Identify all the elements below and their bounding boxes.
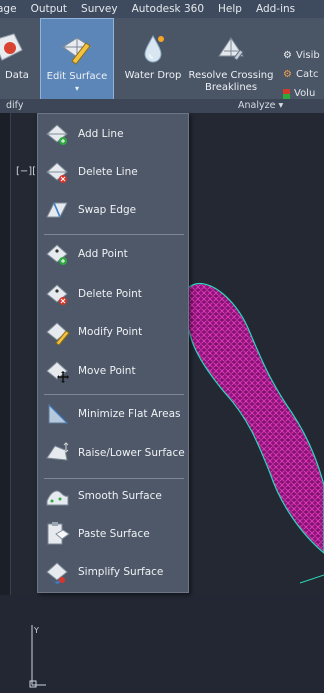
menu-item-add-point[interactable]: Add Point bbox=[38, 236, 188, 272]
menu-item-paste-surface[interactable]: Paste Surface bbox=[38, 516, 188, 552]
menu-item-survey[interactable]: Survey bbox=[74, 3, 125, 15]
volumes-label: Volu bbox=[294, 88, 316, 99]
visibility-check-button[interactable]: ⚙ Visib bbox=[283, 50, 320, 61]
ucs-icon: Y bbox=[29, 625, 46, 688]
swap-edge-icon bbox=[46, 202, 68, 218]
resolve-crossing-breaklines-button[interactable]: Resolve Crossing Breaklines bbox=[186, 18, 276, 106]
svg-text:Y: Y bbox=[33, 626, 39, 635]
menu-label: Raise/Lower Surface bbox=[78, 447, 185, 459]
ribbon: Data Edit Surface ▾ Water Drop Resolve C… bbox=[0, 18, 324, 114]
menu-item-delete-line[interactable]: Delete Line bbox=[38, 154, 188, 190]
modify-point-icon bbox=[46, 322, 70, 345]
menu-item-addins[interactable]: Add-ins bbox=[249, 3, 302, 15]
visibility-icon: ⚙ bbox=[283, 50, 292, 61]
paste-surface-icon bbox=[47, 522, 70, 545]
smooth-surface-icon bbox=[46, 490, 69, 506]
menu-label: Move Point bbox=[78, 365, 136, 377]
menu-item-help[interactable]: Help bbox=[211, 3, 249, 15]
add-point-icon bbox=[46, 244, 68, 265]
resolve-crossing-icon bbox=[218, 37, 244, 61]
menu-item-autodesk360[interactable]: Autodesk 360 bbox=[125, 3, 211, 15]
menu-label: Add Line bbox=[78, 128, 124, 140]
volumes-icon bbox=[283, 88, 290, 99]
delete-line-icon bbox=[46, 162, 68, 183]
menu-item-age[interactable]: age bbox=[0, 3, 24, 15]
data-icon bbox=[0, 33, 23, 61]
edit-surface-icon bbox=[62, 37, 92, 65]
raise-lower-surface-icon bbox=[46, 442, 69, 461]
menu-item-swap-edge[interactable]: Swap Edge bbox=[38, 192, 188, 228]
resolve-line2: Breaklines bbox=[204, 82, 258, 93]
menu-label: Paste Surface bbox=[78, 528, 150, 540]
water-drop-label: Water Drop bbox=[124, 70, 182, 81]
menu-separator bbox=[44, 394, 184, 395]
menu-separator bbox=[44, 234, 184, 235]
add-line-icon bbox=[46, 124, 68, 145]
minimize-flat-areas-icon bbox=[48, 403, 69, 424]
edit-surface-dropdown: Add Line Delete Line Swap Edge Add Point bbox=[37, 113, 189, 593]
menu-bar: age Output Survey Autodesk 360 Help Add-… bbox=[0, 0, 324, 18]
simplify-surface-icon bbox=[46, 562, 68, 584]
menu-label: Modify Point bbox=[78, 326, 143, 338]
resolve-line1: Resolve Crossing bbox=[188, 70, 274, 81]
edit-surface-label: Edit Surface bbox=[46, 71, 108, 82]
menu-label: Delete Line bbox=[78, 166, 138, 178]
menu-item-delete-point[interactable]: Delete Point bbox=[38, 276, 188, 312]
catchment-button[interactable]: ⚙ Catc bbox=[283, 69, 319, 80]
menu-item-modify-point[interactable]: Modify Point bbox=[38, 314, 188, 350]
menu-label: Smooth Surface bbox=[78, 490, 162, 502]
menu-label: Swap Edge bbox=[78, 204, 137, 216]
panel-analyze-title[interactable]: Analyze ▾ bbox=[238, 100, 283, 111]
menu-item-minimize-flat-areas[interactable]: Minimize Flat Areas bbox=[38, 396, 188, 432]
move-point-icon bbox=[46, 361, 69, 383]
catchment-label: Catc bbox=[295, 69, 319, 80]
panel-modify-title: dify bbox=[6, 100, 24, 111]
data-button-label: Data bbox=[5, 70, 29, 81]
visibility-label: Visib bbox=[295, 50, 320, 61]
chevron-down-icon: ▾ bbox=[74, 84, 79, 93]
delete-point-icon bbox=[46, 284, 68, 305]
menu-item-output[interactable]: Output bbox=[24, 3, 74, 15]
menu-item-raise-lower-surface[interactable]: Raise/Lower Surface bbox=[38, 435, 188, 471]
menu-label: Minimize Flat Areas bbox=[78, 408, 181, 420]
menu-label: Delete Point bbox=[78, 288, 142, 300]
water-drop-button[interactable]: Water Drop bbox=[120, 18, 186, 106]
edit-surface-button[interactable]: Edit Surface ▾ bbox=[40, 18, 114, 106]
menu-item-smooth-surface[interactable]: Smooth Surface bbox=[38, 478, 188, 514]
water-drop-icon bbox=[144, 34, 164, 63]
menu-item-move-point[interactable]: Move Point bbox=[38, 353, 188, 389]
menu-label: Add Point bbox=[78, 248, 128, 260]
menu-label: Simplify Surface bbox=[78, 566, 164, 578]
catchment-icon: ⚙ bbox=[283, 69, 292, 80]
menu-item-add-line[interactable]: Add Line bbox=[38, 116, 188, 152]
panel-title-bar: dify Analyze ▾ bbox=[0, 99, 324, 113]
data-button[interactable]: Data bbox=[0, 18, 34, 106]
menu-item-simplify-surface[interactable]: Simplify Surface bbox=[38, 554, 188, 590]
volumes-button[interactable]: Volu bbox=[283, 88, 315, 99]
